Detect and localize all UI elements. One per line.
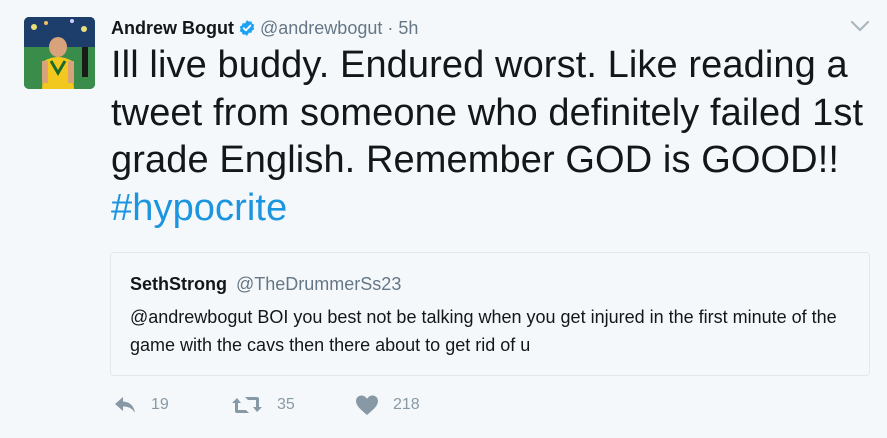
avatar[interactable] xyxy=(24,17,95,89)
author-name[interactable]: Andrew Bogut xyxy=(111,18,234,39)
reply-button[interactable]: 19 xyxy=(113,394,169,416)
quoted-author-handle: @TheDrummerSs23 xyxy=(236,274,402,294)
reply-icon xyxy=(113,394,137,416)
retweet-count: 35 xyxy=(277,396,295,413)
like-button[interactable]: 218 xyxy=(355,394,420,416)
author-handle[interactable]: @andrewbogut xyxy=(260,18,382,39)
tweet-timestamp[interactable]: 5h xyxy=(398,18,418,39)
hashtag-link[interactable]: #hypocrite xyxy=(111,187,287,229)
quoted-tweet[interactable]: SethStrong @TheDrummerSs23 @andrewbogut … xyxy=(110,252,870,376)
tweet-body: Ill live buddy. Endured worst. Like read… xyxy=(111,44,864,181)
retweet-icon xyxy=(231,394,263,416)
tweet-header: Andrew Bogut @andrewbogut · 5h xyxy=(111,16,418,40)
retweet-button[interactable]: 35 xyxy=(231,394,295,416)
like-count: 218 xyxy=(393,396,420,413)
quoted-author-name: SethStrong xyxy=(130,274,227,294)
separator-dot: · xyxy=(387,17,394,38)
tweet: Andrew Bogut @andrewbogut · 5h Ill live … xyxy=(0,0,887,438)
reply-count: 19 xyxy=(151,396,169,413)
heart-icon xyxy=(355,394,379,416)
verified-badge-icon xyxy=(238,19,256,37)
quoted-tweet-text: @andrewbogut BOI you best not be talking… xyxy=(130,307,837,355)
quoted-tweet-header: SethStrong @TheDrummerSs23 xyxy=(130,274,401,295)
tweet-text: Ill live buddy. Endured worst. Like read… xyxy=(111,42,881,232)
chevron-down-icon[interactable] xyxy=(849,15,871,37)
